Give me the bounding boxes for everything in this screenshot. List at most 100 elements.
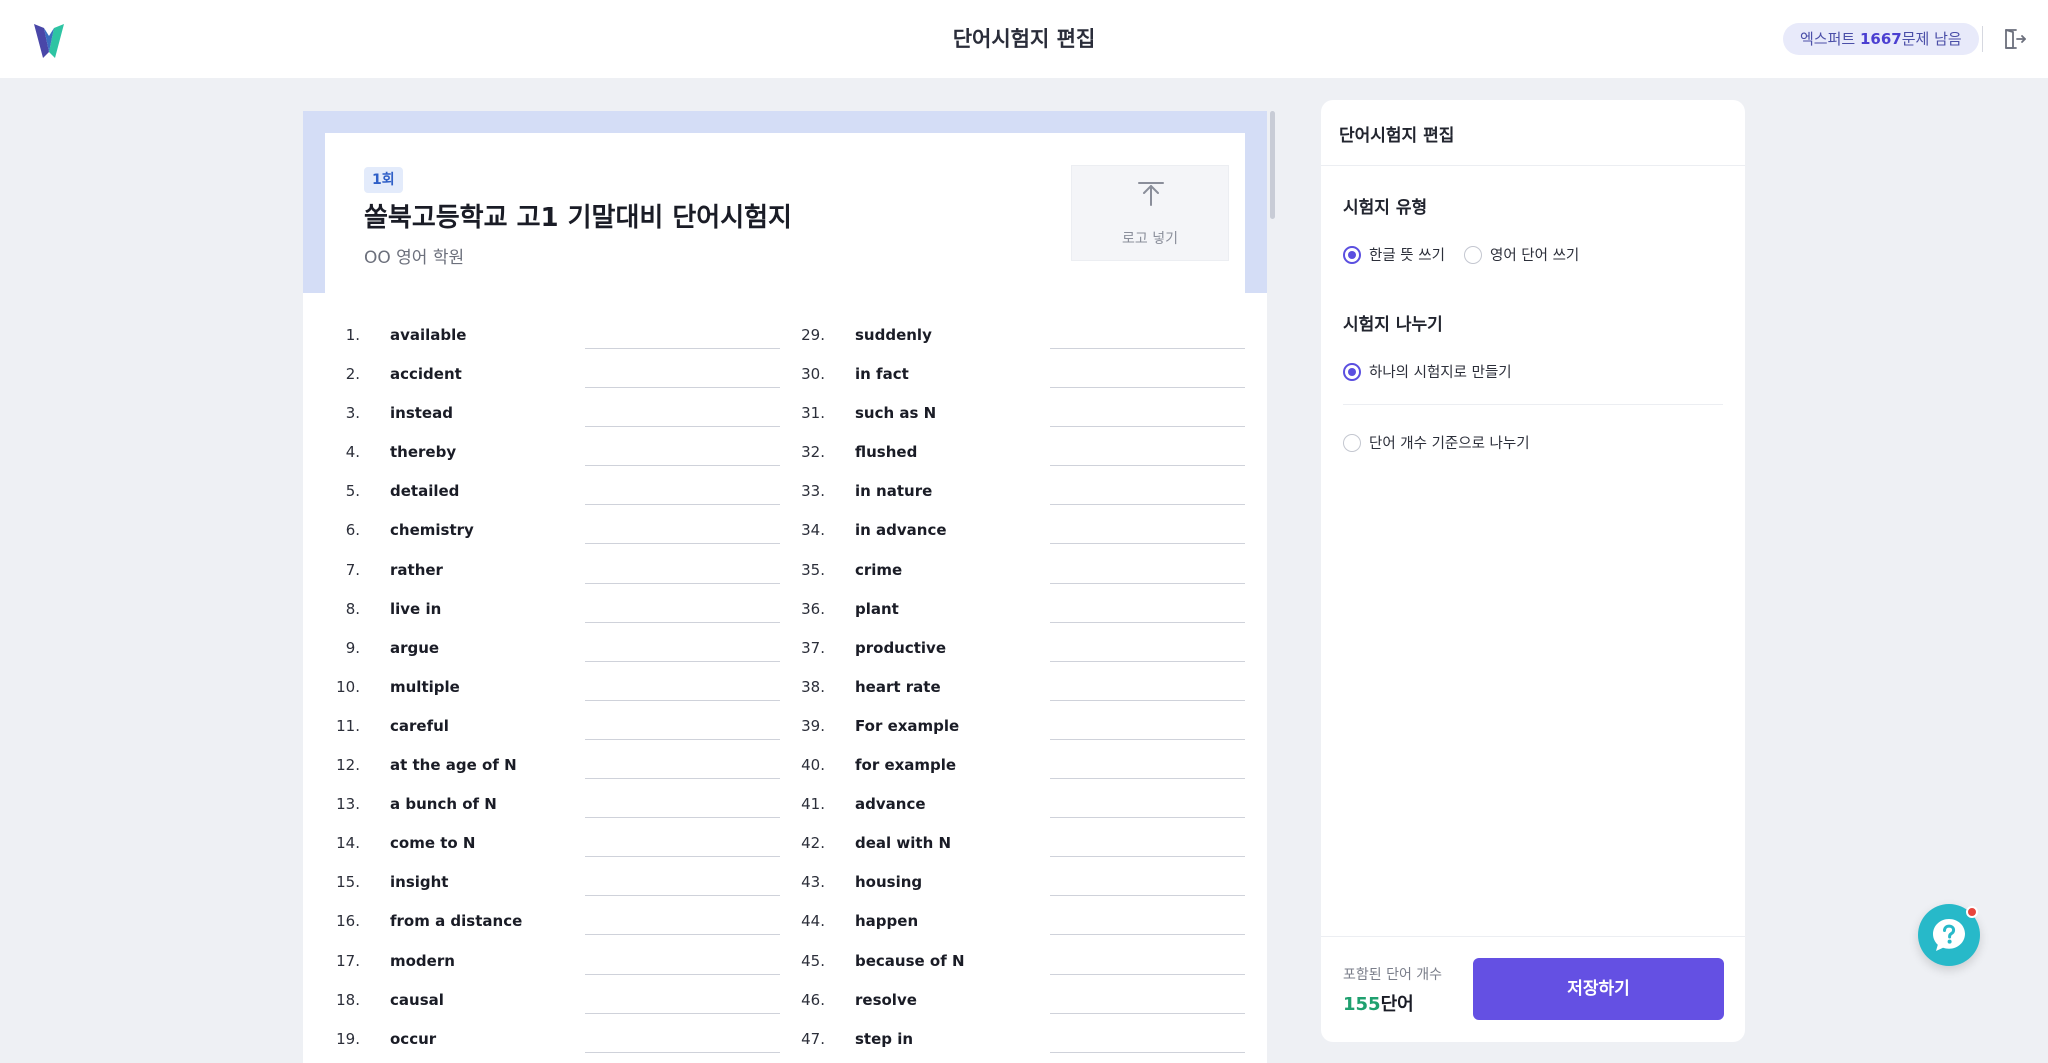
word-row: 6. chemistry — [330, 521, 780, 560]
word-text: in advance — [855, 521, 947, 540]
word-text: crime — [855, 560, 903, 579]
answer-line — [585, 660, 780, 662]
word-list-right: 29. suddenly 30. in fact 31. such as N 32. flus… — [795, 326, 1245, 1063]
sheet-header-card: 1회 쏠북고등학교 고1 기말대비 단어시험지 OO 영어 학원 로고 넣기 — [325, 133, 1245, 293]
word-row: 36. plant — [795, 600, 1245, 639]
word-row: 18. causal — [330, 991, 780, 1030]
radio-single-sheet-control[interactable] — [1343, 362, 1361, 381]
radio-english-word[interactable]: 영어 단어 쓰기 — [1464, 244, 1579, 265]
radio-split-by-count-control[interactable] — [1343, 433, 1361, 452]
radio-split-by-count-label: 단어 개수 기준으로 나누기 — [1369, 436, 1530, 452]
answer-line — [1050, 660, 1245, 662]
word-row: 29. suddenly — [795, 326, 1245, 365]
word-number: 5. — [345, 482, 360, 501]
sheet-title[interactable]: 쏠북고등학교 고1 기말대비 단어시험지 — [364, 197, 792, 234]
panel-title: 단어시험지 편집 — [1339, 126, 1455, 146]
word-count-label: 포함된 단어 개수 — [1343, 967, 1443, 983]
word-text: modern — [390, 951, 455, 970]
radio-split-by-count[interactable]: 단어 개수 기준으로 나누기 — [1343, 432, 1530, 453]
word-number: 8. — [345, 599, 360, 618]
word-row: 14. come to N — [330, 834, 780, 873]
option-divider — [1343, 404, 1723, 405]
word-row: 11. careful — [330, 716, 780, 756]
word-row: 15. insight — [330, 873, 780, 912]
word-row: 17. modern — [330, 951, 780, 991]
word-text: multiple — [390, 677, 460, 696]
word-number: 11. — [336, 716, 360, 735]
save-button[interactable]: 저장하기 — [1473, 958, 1724, 1020]
word-row: 37. productive — [795, 638, 1245, 678]
word-row: 35. crime — [795, 560, 1245, 600]
answer-line — [585, 543, 780, 545]
brand-logo-icon[interactable] — [32, 22, 66, 58]
word-number: 19. — [336, 1029, 360, 1048]
word-row: 3. instead — [330, 404, 780, 443]
word-row: 43. housing — [795, 873, 1245, 912]
top-header: 단어시험지 편집 엑스퍼트 1667문제 남음 — [0, 0, 2048, 78]
word-text: deal with N — [855, 834, 952, 853]
word-text: detailed — [390, 482, 460, 501]
word-text: instead — [390, 404, 453, 423]
word-number: 42. — [801, 834, 825, 853]
word-text: occur — [390, 1029, 437, 1048]
chat-help-icon — [1933, 919, 1965, 951]
answer-line — [1050, 817, 1245, 819]
word-number: 47. — [801, 1029, 825, 1048]
word-text: resolve — [855, 990, 917, 1009]
answer-line — [1050, 426, 1245, 428]
word-number: 35. — [801, 560, 825, 579]
word-text: chemistry — [390, 521, 474, 540]
answer-line — [1050, 387, 1245, 389]
word-row: 33. in nature — [795, 482, 1245, 521]
answer-line — [585, 387, 780, 389]
answer-line — [585, 699, 780, 701]
word-number: 33. — [801, 482, 825, 501]
logo-upload-button[interactable]: 로고 넣기 — [1071, 165, 1229, 261]
word-text: available — [390, 326, 467, 344]
word-number: 40. — [801, 756, 825, 775]
answer-line — [585, 817, 780, 819]
exit-door-icon[interactable] — [2001, 26, 2027, 52]
radio-korean-meaning-control[interactable] — [1343, 245, 1361, 264]
word-text: step in — [855, 1029, 914, 1048]
radio-korean-meaning[interactable]: 한글 뜻 쓰기 — [1343, 244, 1445, 265]
answer-line — [1050, 895, 1245, 897]
word-row: 9. argue — [330, 639, 780, 678]
word-row: 12. at the age of N — [330, 756, 780, 795]
word-number: 37. — [801, 638, 825, 657]
panel-footer-divider — [1321, 936, 1745, 937]
answer-line — [1050, 738, 1245, 740]
word-row: 16. from a distance — [330, 912, 780, 951]
word-row: 31. such as N — [795, 404, 1245, 443]
word-number: 44. — [801, 912, 825, 931]
word-text: such as N — [855, 404, 937, 423]
word-number: 39. — [801, 716, 825, 735]
answer-line — [585, 856, 780, 858]
answer-line — [585, 348, 780, 349]
word-row: 40. for example — [795, 756, 1245, 795]
sheet-subtitle[interactable]: OO 영어 학원 — [364, 243, 464, 268]
radio-single-sheet[interactable]: 하나의 시험지로 만들기 — [1343, 361, 1512, 382]
word-row: 42. deal with N — [795, 834, 1245, 873]
answer-line — [1050, 699, 1245, 701]
answer-line — [585, 1051, 780, 1053]
word-text: heart rate — [855, 677, 941, 696]
answer-line — [585, 504, 780, 506]
word-number: 3. — [345, 404, 360, 423]
word-row: 47. step in — [795, 1029, 1245, 1063]
sheet-scrollbar[interactable] — [1270, 111, 1275, 219]
word-text: thereby — [390, 443, 457, 462]
word-text: productive — [855, 638, 947, 657]
word-row: 41. advance — [795, 795, 1245, 834]
word-number: 34. — [801, 521, 825, 540]
word-text: flushed — [855, 443, 918, 462]
credit-suffix: 문제 남음 — [1901, 30, 1962, 48]
upload-arrow-icon — [1138, 182, 1164, 206]
word-text: insight — [390, 873, 449, 892]
word-number: 41. — [801, 795, 825, 814]
radio-english-word-control[interactable] — [1464, 245, 1482, 264]
word-text: rather — [390, 560, 443, 579]
notification-dot — [1966, 906, 1978, 918]
word-number: 31. — [801, 404, 825, 423]
word-row: 34. in advance — [795, 521, 1245, 560]
